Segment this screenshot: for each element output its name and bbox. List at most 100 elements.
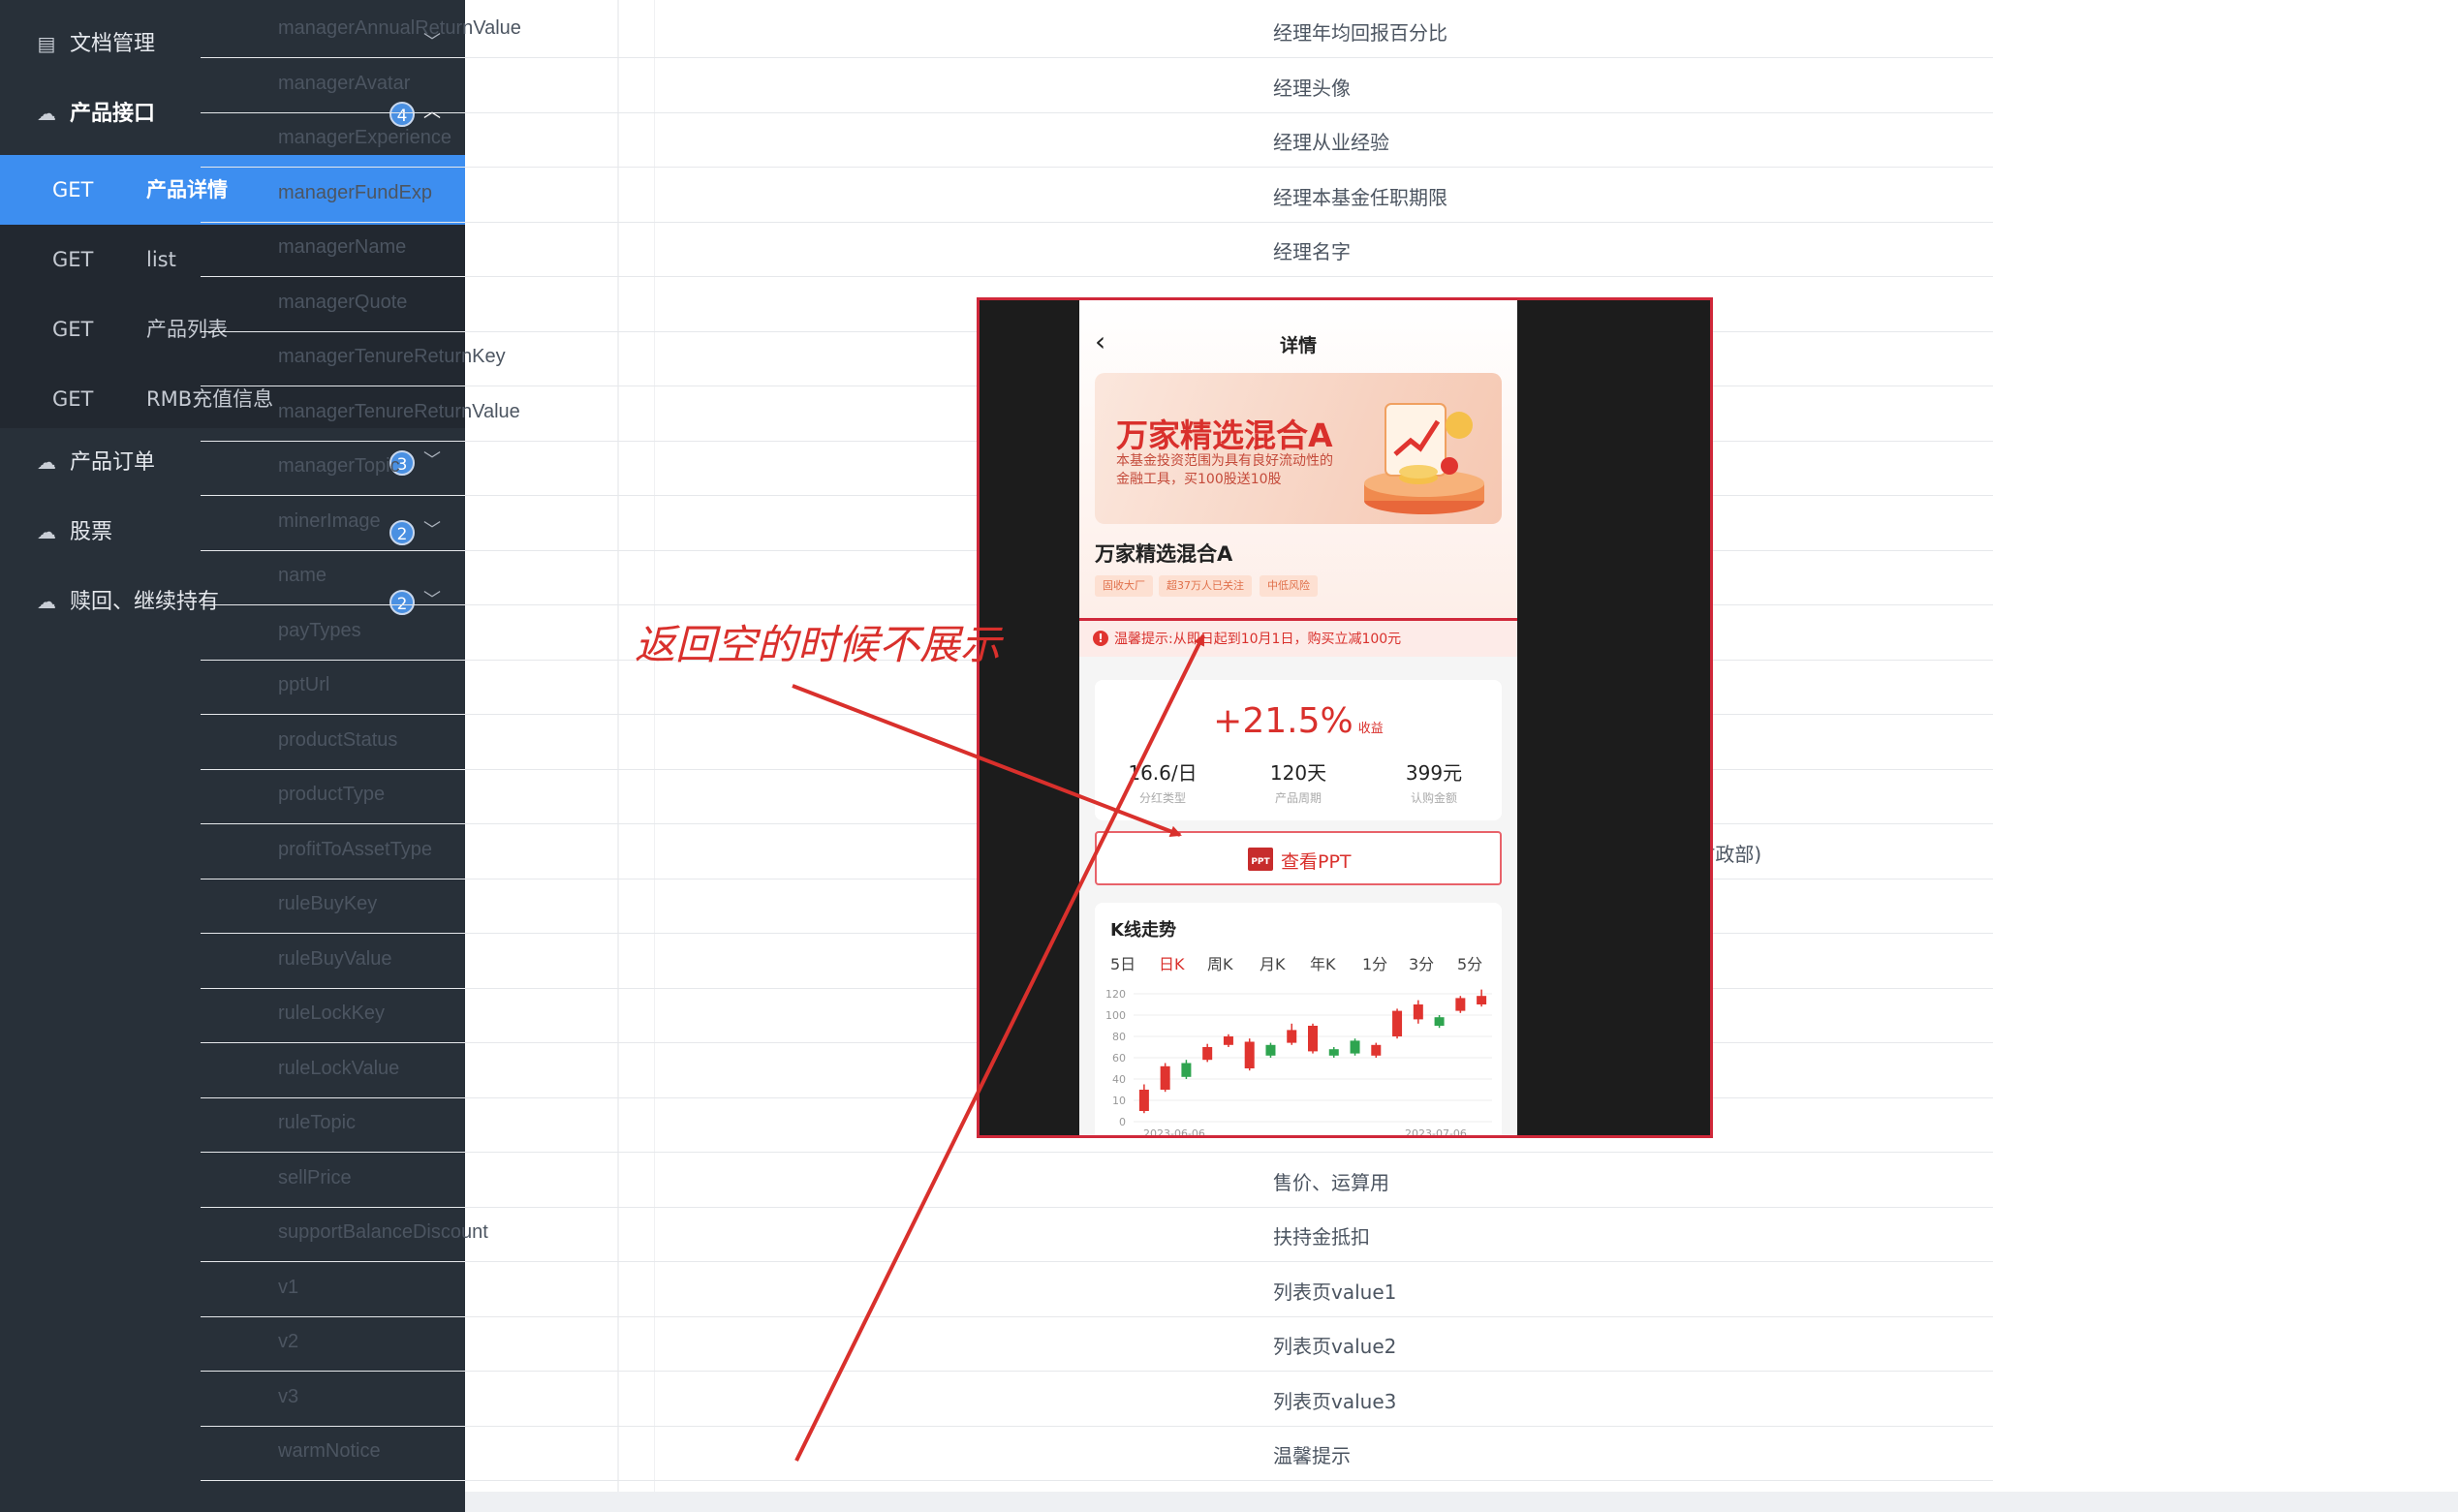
param-desc-cell: 经理头像 <box>1273 76 1351 100</box>
endpoint-name: list <box>146 248 176 271</box>
table-row: v2 列表页value2 <box>201 1317 1993 1372</box>
candle-body <box>1181 1063 1192 1077</box>
param-name-cell: productType <box>278 784 386 805</box>
param-desc-cell: 经理名字 <box>1273 240 1351 263</box>
y-tick-label: 0 <box>1119 1116 1126 1128</box>
candle-body <box>1350 1040 1360 1054</box>
candle-body <box>1244 1041 1255 1068</box>
kline-tab[interactable]: 月K <box>1260 951 1286 974</box>
param-desc-cell: 经理本基金任职期限 <box>1273 185 1447 209</box>
stat-amount: 399元 认购金额 <box>1366 757 1502 806</box>
y-tick-label: 10 <box>1112 1095 1126 1107</box>
x-tick-label: 2023-06-06 <box>1143 1127 1205 1135</box>
product-banner: 万家精选混合A 本基金投资范围为具有良好流动性的金融工具，买100股送10股 <box>1095 373 1502 524</box>
kline-tab[interactable]: 年K <box>1310 951 1336 974</box>
stat-value: 399元 <box>1405 761 1463 785</box>
candle-body <box>1477 996 1487 1004</box>
table-row: sellPrice 售价、运算用 <box>201 1154 1993 1208</box>
stat-period: 120天 产品周期 <box>1230 757 1366 806</box>
candle-body <box>1371 1044 1382 1056</box>
app-root: ▤ 文档管理 ﹀ ☁ 产品接口 4 ︿ ☁ 产品订单 3 ﹀ ☁ 股票 2 ﹀ ☁ 赎回、继续持有 2 ﹀ GET 产品… <box>0 0 2458 1512</box>
x-tick-label: 2023-07-06 <box>1405 1127 1467 1135</box>
sidebar-item-label: 股票 <box>70 520 113 544</box>
candle-body <box>1308 1026 1318 1052</box>
param-name-cell: productStatus <box>278 728 398 751</box>
yield-unit: 收益 <box>1357 722 1384 736</box>
candle-body <box>1202 1047 1213 1061</box>
yield-card: +21.5% 收益 16.6/日 分红类型 120天 产品周期 399元 认购金… <box>1095 680 1502 820</box>
param-desc-cell: 列表页value1 <box>1273 1280 1397 1304</box>
annotation-text: 返回空的时候不展示 <box>635 621 1002 668</box>
kline-tab[interactable]: 5分 <box>1457 951 1482 974</box>
candle-body <box>1455 998 1466 1011</box>
yield-value: +21.5% <box>1213 701 1353 741</box>
param-name-cell: ruleLockValue <box>278 1057 400 1079</box>
param-name-cell: v3 <box>278 1385 299 1407</box>
sidebar-item-label: 文档管理 <box>70 32 156 56</box>
kline-tab[interactable]: 周K <box>1207 951 1233 974</box>
param-name-cell: ruleBuyValue <box>278 947 392 970</box>
view-ppt-button[interactable]: PPT 查看PPT <box>1095 831 1502 885</box>
param-name-cell: v2 <box>278 1331 299 1352</box>
ppt-file-icon: PPT <box>1248 848 1273 871</box>
y-tick-label: 60 <box>1112 1052 1126 1065</box>
table-row: supportBalanceDiscount 扶持金抵扣 <box>201 1208 1993 1262</box>
http-method: GET <box>52 178 94 201</box>
horizontal-scrollbar[interactable] <box>465 1492 2458 1512</box>
param-name-cell: managerFundExp <box>278 181 432 203</box>
param-desc-cell: 列表页value3 <box>1273 1389 1397 1413</box>
candle-body <box>1265 1044 1276 1056</box>
banner-subtitle: 本基金投资范围为具有良好流动性的金融工具，买100股送10股 <box>1116 453 1333 487</box>
param-name-cell: managerQuote <box>278 291 408 313</box>
document-icon: ▤ <box>37 32 56 55</box>
param-name-cell: managerAnnualReturnValue <box>278 17 521 39</box>
param-desc-cell: 扶持金抵扣 <box>1273 1225 1370 1249</box>
warning-icon: ! <box>1093 631 1108 646</box>
param-name-cell: sellPrice <box>278 1166 352 1188</box>
cloud-icon: ☁ <box>37 450 56 474</box>
sidebar-item-label: 赎回、继续持有 <box>70 590 220 614</box>
param-name-cell: ruleTopic <box>278 1112 357 1133</box>
param-name-cell: payTypes <box>278 619 361 641</box>
param-name-cell: managerTenureReturnKey <box>278 346 506 367</box>
param-name-cell: ruleBuyKey <box>278 893 378 914</box>
screenshot-overlay: ‹ 详情 万家精选混合A 本基金投资范围为具有良好流动性的金融工具，买100股送… <box>977 297 1713 1138</box>
param-name-cell: pptUrl <box>278 674 330 695</box>
http-method: GET <box>52 387 94 411</box>
cloud-icon: ☁ <box>37 590 56 613</box>
param-name-cell: profitToAssetType <box>278 838 432 860</box>
param-desc-cell: 经理从业经验 <box>1273 131 1389 154</box>
y-tick-label: 80 <box>1112 1031 1126 1043</box>
cloud-icon: ☁ <box>37 102 56 125</box>
kline-tab[interactable]: 5日 <box>1110 951 1136 974</box>
coin-stack-illustration-icon <box>1364 403 1484 514</box>
param-name-cell: managerAvatar <box>278 72 411 94</box>
kline-title: K线走势 <box>1110 920 1176 941</box>
stat-label: 产品周期 <box>1274 791 1322 805</box>
y-tick-label: 120 <box>1105 988 1126 1001</box>
param-desc-cell: 售价、运算用 <box>1273 1170 1389 1194</box>
stat-value: 120天 <box>1269 761 1327 785</box>
tag-badge: 固收大厂 <box>1095 575 1153 597</box>
candle-body <box>1223 1036 1233 1045</box>
fund-name: 万家精选混合A <box>1095 542 1233 566</box>
param-desc-cell: 经理年均回报百分比 <box>1273 21 1447 45</box>
candle-body <box>1434 1017 1445 1026</box>
page-title: 详情 <box>1279 335 1317 356</box>
param-name-cell: managerTopic <box>278 455 400 477</box>
param-name-cell: name <box>278 565 327 586</box>
warm-notice-text: 温馨提示:从即日起到10月1日，购买立减100元 <box>1114 632 1402 647</box>
param-name-cell: managerName <box>278 236 407 258</box>
tag-badge: 超37万人已关注 <box>1159 575 1252 597</box>
candle-body <box>1138 1090 1149 1111</box>
kline-tab[interactable]: 日K <box>1159 951 1185 974</box>
sidebar-item-label: 产品订单 <box>70 450 156 475</box>
param-name-cell: v1 <box>278 1276 299 1298</box>
stat-label: 认购金额 <box>1410 791 1457 805</box>
kline-tab[interactable]: 1分 <box>1362 951 1387 974</box>
candle-body <box>1160 1065 1170 1090</box>
kline-tab[interactable]: 3分 <box>1409 951 1434 974</box>
kline-chart: 1201008060401002023-06-06 2023-07-06 <box>1105 988 1492 1135</box>
warm-notice-bar: ! 温馨提示:从即日起到10月1日，购买立减100元 <box>1079 618 1517 657</box>
table-row: v1 列表页value1 <box>201 1263 1993 1317</box>
